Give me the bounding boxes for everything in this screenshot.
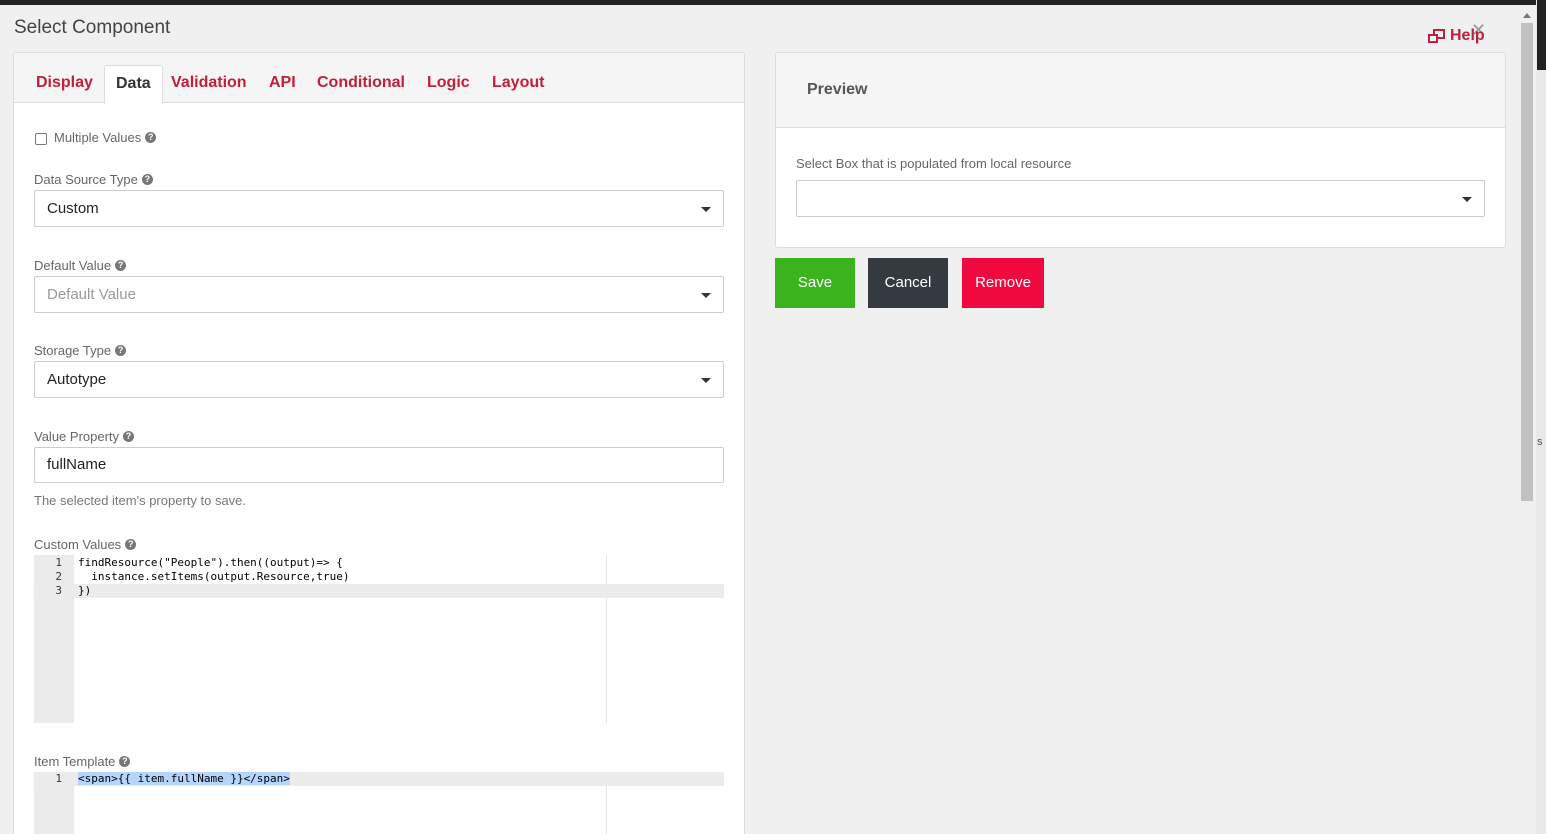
- preview-title: Preview: [807, 81, 868, 98]
- tab-conditional[interactable]: Conditional: [306, 65, 416, 103]
- default-value-label: Default Value ?: [34, 258, 127, 273]
- value-property-input[interactable]: fullName: [34, 447, 724, 483]
- question-circle-icon: ?: [123, 431, 135, 442]
- question-circle-icon: ?: [115, 345, 127, 356]
- custom-values-text: Custom Values: [34, 537, 122, 552]
- line-number: 2: [55, 570, 62, 583]
- custom-values-label: Custom Values ?: [34, 537, 137, 552]
- code-line-active: 1 <span>{{ item.fullName }}</span>: [34, 772, 724, 786]
- value-property-text: Value Property: [34, 429, 120, 444]
- data-source-type-text: Data Source Type: [34, 172, 138, 187]
- item-template-editor[interactable]: 1 <span>{{ item.fullName }}</span>: [34, 772, 724, 834]
- code-text-selected: <span>{{ item.fullName }}</span>: [78, 772, 290, 785]
- settings-panel: Display Data Validation API Conditional …: [13, 52, 745, 834]
- caret-down-icon: [1462, 197, 1472, 202]
- tab-layout[interactable]: Layout: [481, 65, 555, 103]
- default-value-select[interactable]: Default Value: [34, 276, 724, 313]
- modal-title: Select Component: [14, 17, 171, 38]
- default-value-text: Default Value: [34, 258, 112, 273]
- value-property-help: The selected item's property to save.: [34, 493, 247, 508]
- storage-type-label: Storage Type ?: [34, 343, 127, 358]
- caret-down-icon: [701, 293, 711, 298]
- help-link[interactable]: Help: [1428, 27, 1485, 45]
- storage-type-select[interactable]: Autotype: [34, 361, 724, 398]
- preview-select[interactable]: [796, 180, 1485, 217]
- preview-panel: Preview Select Box that is populated fro…: [775, 52, 1506, 248]
- question-circle-icon: ?: [125, 539, 137, 550]
- storage-type-value: Autotype: [47, 371, 107, 388]
- line-number: 1: [55, 772, 62, 785]
- code-text: }): [78, 584, 92, 597]
- tab-data[interactable]: Data: [104, 65, 163, 104]
- question-circle-icon: ?: [119, 756, 131, 767]
- multiple-values-label: Multiple Values ?: [54, 130, 157, 145]
- caret-down-icon: [701, 207, 711, 212]
- tab-validation[interactable]: Validation: [160, 65, 258, 103]
- item-template-label: Item Template ?: [34, 754, 131, 769]
- tab-display[interactable]: Display: [25, 65, 104, 103]
- storage-type-text: Storage Type: [34, 343, 112, 358]
- external-window-icon: [1428, 28, 1445, 43]
- background-glyph: s: [1537, 436, 1543, 448]
- select-component-modal: Select Component ✕ Help Display Data Val…: [0, 5, 1519, 834]
- preview-header: Preview: [776, 53, 1505, 128]
- data-source-type-label: Data Source Type ?: [34, 172, 153, 187]
- preview-select-label: Select Box that is populated from local …: [796, 156, 1072, 171]
- question-circle-icon: ?: [145, 132, 157, 143]
- remove-button[interactable]: Remove: [962, 258, 1044, 308]
- code-text: findResource("People").then((output)=> {: [78, 556, 343, 569]
- save-button[interactable]: Save: [775, 258, 855, 308]
- multiple-values-text: Multiple Values: [54, 130, 142, 145]
- background-strip: s: [1536, 0, 1546, 834]
- code-text: instance.setItems(output.Resource,true): [78, 570, 350, 583]
- tab-api[interactable]: API: [258, 65, 307, 103]
- tab-logic[interactable]: Logic: [416, 65, 481, 103]
- line-number: 3: [55, 584, 62, 597]
- custom-values-editor[interactable]: 1 findResource("People").then((output)=>…: [34, 555, 724, 723]
- value-property-label: Value Property ?: [34, 429, 135, 444]
- caret-down-icon: [701, 378, 711, 383]
- help-label: Help: [1450, 27, 1485, 44]
- item-template-text: Item Template: [34, 754, 116, 769]
- code-line: 2 instance.setItems(output.Resource,true…: [34, 570, 724, 584]
- background-dark-block: [1537, 0, 1546, 70]
- vertical-scrollbar[interactable]: [1519, 5, 1536, 834]
- data-source-type-value: Custom: [47, 200, 99, 217]
- code-line: 1 findResource("People").then((output)=>…: [34, 556, 724, 570]
- scrollbar-thumb[interactable]: [1521, 23, 1533, 501]
- question-circle-icon: ?: [141, 174, 153, 185]
- line-number: 1: [55, 556, 62, 569]
- tab-bar: Display Data Validation API Conditional …: [14, 53, 744, 104]
- cancel-button[interactable]: Cancel: [868, 258, 948, 308]
- scroll-up-arrow-icon[interactable]: [1523, 13, 1531, 18]
- default-value-placeholder: Default Value: [47, 286, 136, 303]
- data-source-type-select[interactable]: Custom: [34, 190, 724, 227]
- question-circle-icon: ?: [115, 260, 127, 271]
- multiple-values-checkbox[interactable]: [35, 133, 47, 145]
- code-line-active: 3 }): [34, 584, 724, 598]
